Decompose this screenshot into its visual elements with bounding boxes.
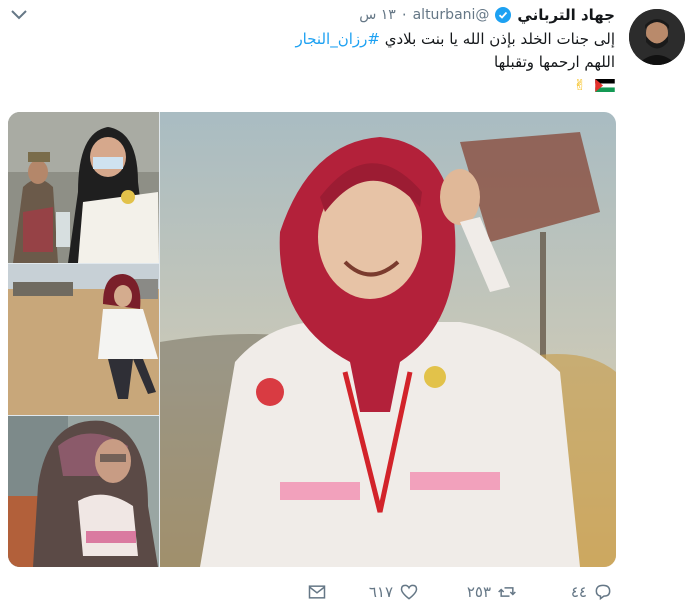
separator-dot: · — [401, 6, 407, 24]
tweet-card: جهاد الترباني @alturbani · ١٣ س إلى جنات… — [0, 0, 699, 615]
retweet-count: ٢٥٣ — [466, 583, 491, 601]
media-photo-1[interactable] — [8, 112, 159, 263]
retweet-icon — [498, 587, 516, 597]
heart-icon — [400, 584, 418, 600]
tweet-text: إلى جنات الخلد بإذن الله يا بنت بلادي #ر… — [135, 28, 615, 97]
avatar[interactable] — [629, 9, 685, 65]
verified-badge-icon — [495, 7, 512, 23]
media-photo-3[interactable] — [8, 416, 159, 567]
tweet-actions-bar: ٤٤ ٢٥٣ ٦١٧ — [0, 582, 699, 608]
like-button[interactable]: ٦١٧ — [369, 582, 419, 602]
tweet-line-2: اللهم ارحمها وتقبلها — [494, 53, 615, 71]
envelope-icon — [308, 585, 326, 599]
reply-button[interactable]: ٤٤ — [571, 582, 613, 602]
hashtag-link[interactable]: #رزان_النجار — [295, 30, 380, 48]
tweet-line-3: ✌ — [135, 74, 615, 97]
direct-message-button[interactable] — [307, 582, 327, 602]
reply-count: ٤٤ — [570, 583, 587, 601]
victory-hand-emoji: ✌ — [573, 76, 587, 94]
tweet-line-1: إلى جنات الخلد بإذن الله يا بنت بلادي #ر… — [135, 28, 615, 51]
chevron-down-icon[interactable] — [10, 8, 28, 22]
reply-icon — [595, 584, 611, 601]
retweet-button[interactable]: ٢٥٣ — [467, 582, 517, 602]
author-name[interactable]: جهاد الترباني — [517, 6, 615, 24]
like-count: ٦١٧ — [368, 583, 393, 601]
author-handle[interactable]: @alturbani — [413, 7, 490, 23]
media-photo-2[interactable] — [8, 264, 159, 415]
tweet-media-grid — [8, 112, 616, 567]
tweet-header: جهاد الترباني @alturbani · ١٣ س — [359, 6, 615, 24]
tweet-time[interactable]: ١٣ س — [359, 7, 396, 23]
media-photo-main[interactable] — [160, 112, 616, 567]
palestine-flag-icon — [595, 79, 615, 92]
tweet-line-1-text: إلى جنات الخلد بإذن الله يا بنت بلادي — [384, 30, 615, 48]
